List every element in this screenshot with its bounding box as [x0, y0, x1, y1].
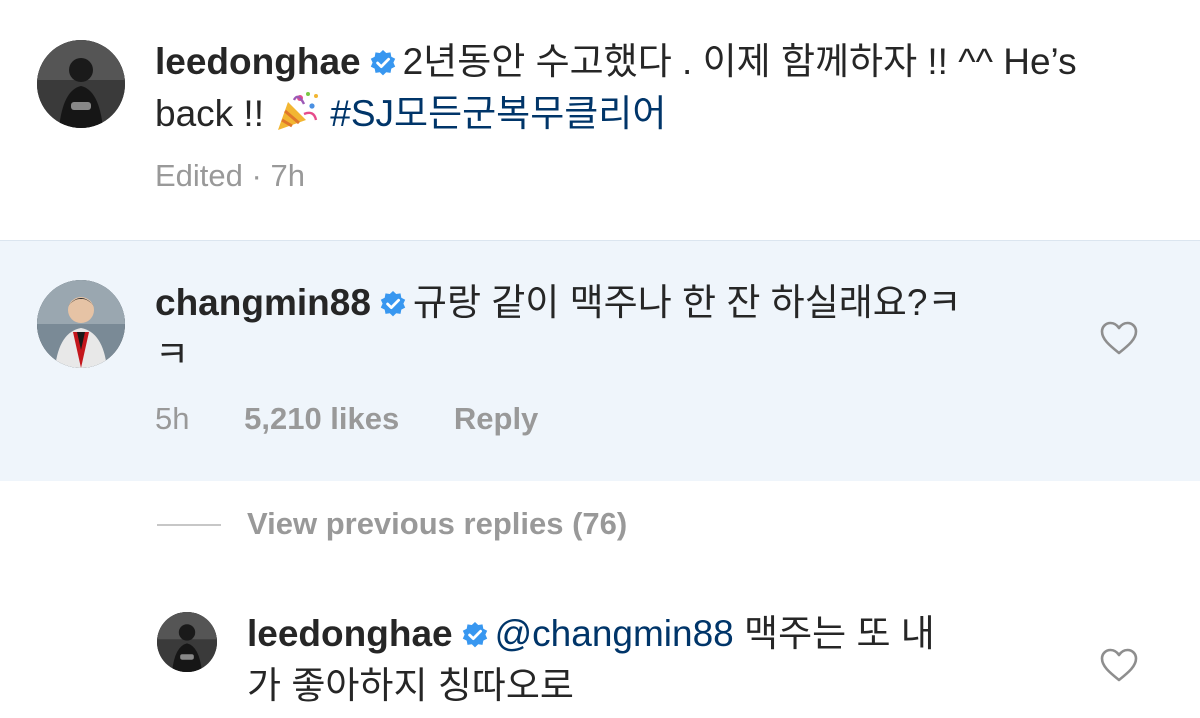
post-caption-line1: 2년동안 수고했다 . 이제 함께하자 !! ^^ He’s: [402, 41, 1077, 82]
comment-username[interactable]: changmin88: [155, 282, 371, 323]
post-avatar[interactable]: [37, 40, 125, 128]
post-meta: Edited · 7h: [155, 158, 305, 194]
view-previous-replies-button[interactable]: View previous replies (76): [247, 506, 627, 542]
verified-badge-icon: [369, 49, 397, 77]
comment-text: changmin88 규랑 같이 맥주나 한 잔 하실래요?ㅋ ㅋ: [155, 277, 1055, 381]
comment-time: 5h: [155, 401, 190, 436]
reply-mention-link[interactable]: @changmin88: [495, 613, 734, 654]
edited-label: Edited: [155, 158, 243, 193]
reply-avatar[interactable]: [157, 612, 217, 672]
reply-text: leedonghae @changmin88 맥주는 또 내 가 좋아하지 칭따오…: [247, 608, 1067, 712]
reply-username[interactable]: leedonghae: [247, 613, 453, 654]
reply-like-heart-icon[interactable]: [1100, 648, 1138, 687]
avatar-photo-icon: [37, 40, 125, 128]
avatar-photo-icon: [37, 280, 125, 368]
post-hashtag-link[interactable]: #SJ모든군복무클리어: [330, 93, 666, 134]
party-popper-emoji: [274, 90, 320, 146]
reply-text-line1: 맥주는 또 내: [733, 613, 935, 654]
comment-likes-count[interactable]: 5,210 likes: [244, 401, 399, 436]
comment-meta: 5h 5,210 likes Reply: [155, 401, 538, 437]
reply-text-line2: 가 좋아하지 칭따오로: [247, 665, 574, 706]
avatar-photo-icon: [157, 612, 217, 672]
reply-button[interactable]: Reply: [454, 401, 538, 436]
comment-text-line1: 규랑 같이 맥주나 한 잔 하실래요?ㅋ: [412, 282, 962, 323]
post-caption: leedonghae 2년동안 수고했다 . 이제 함께하자 !! ^^ He’s…: [155, 36, 1165, 146]
meta-separator: ·: [251, 158, 262, 193]
post-caption-line2: back !!: [155, 93, 275, 134]
comment-avatar[interactable]: [37, 280, 125, 368]
verified-badge-icon: [461, 621, 489, 649]
comment-like-heart-icon[interactable]: [1100, 321, 1138, 360]
post-time: 7h: [270, 158, 305, 193]
comment-text-line2: ㅋ: [155, 334, 190, 375]
post-username[interactable]: leedonghae: [155, 41, 361, 82]
verified-badge-icon: [379, 290, 407, 318]
replies-divider-line: [157, 524, 221, 526]
